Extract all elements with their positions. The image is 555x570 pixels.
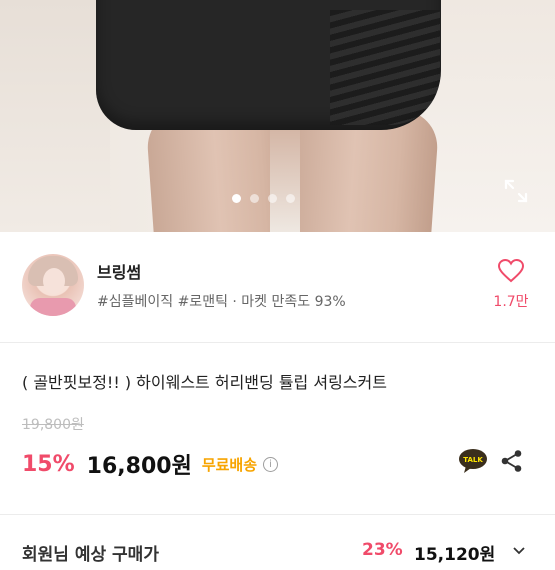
original-price: 19,800원 <box>22 417 84 433</box>
member-price-label: 회원님 예상 구매가 <box>22 545 159 565</box>
share-icon[interactable] <box>500 449 524 473</box>
member-expected-price: 15,120원 <box>414 545 496 565</box>
talk-label: TALK <box>463 456 483 464</box>
photo-background <box>270 125 300 232</box>
member-discount-rate: 23% <box>362 540 403 560</box>
section-divider <box>0 514 555 515</box>
seller-section: 브링썸 #심플베이직 #로맨틱 · 마켓 만족도 93% 1.7만 <box>0 232 555 342</box>
photo-background <box>0 0 110 232</box>
discount-rate: 15% <box>22 451 75 477</box>
member-price-row[interactable]: 회원님 예상 구매가 23% 15,120원 <box>0 540 555 570</box>
price-row: 15% 16,800원 무료배송 i <box>22 448 279 480</box>
chevron-down-icon[interactable] <box>512 544 526 558</box>
expand-icon[interactable] <box>503 178 529 204</box>
seller-name[interactable]: 브링썸 <box>97 259 141 283</box>
gallery-dot[interactable] <box>250 194 259 203</box>
gallery-dot[interactable] <box>286 194 295 203</box>
skirt-shirring <box>330 10 440 125</box>
gallery-dot[interactable] <box>232 194 241 203</box>
sale-price: 16,800원 <box>86 454 192 479</box>
avatar-face <box>43 268 65 294</box>
gallery-pagination <box>232 194 295 203</box>
likes-count: 1.7만 <box>493 294 529 310</box>
product-title: ( 골반핏보정!! ) 하이웨스트 허리밴딩 튤립 셔링스커트 <box>22 373 387 392</box>
kakaotalk-icon[interactable]: TALK <box>458 448 488 474</box>
gallery-dot[interactable] <box>268 194 277 203</box>
seller-tags: #심플베이직 #로맨틱 · 마켓 만족도 93% <box>97 294 346 310</box>
seller-avatar[interactable] <box>22 254 84 316</box>
heart-icon[interactable] <box>498 259 524 283</box>
product-image-gallery[interactable] <box>0 0 555 232</box>
free-shipping-badge: 무료배송 <box>201 455 258 474</box>
info-icon[interactable]: i <box>263 456 279 472</box>
section-divider <box>0 342 555 343</box>
avatar-clothing <box>30 298 76 316</box>
